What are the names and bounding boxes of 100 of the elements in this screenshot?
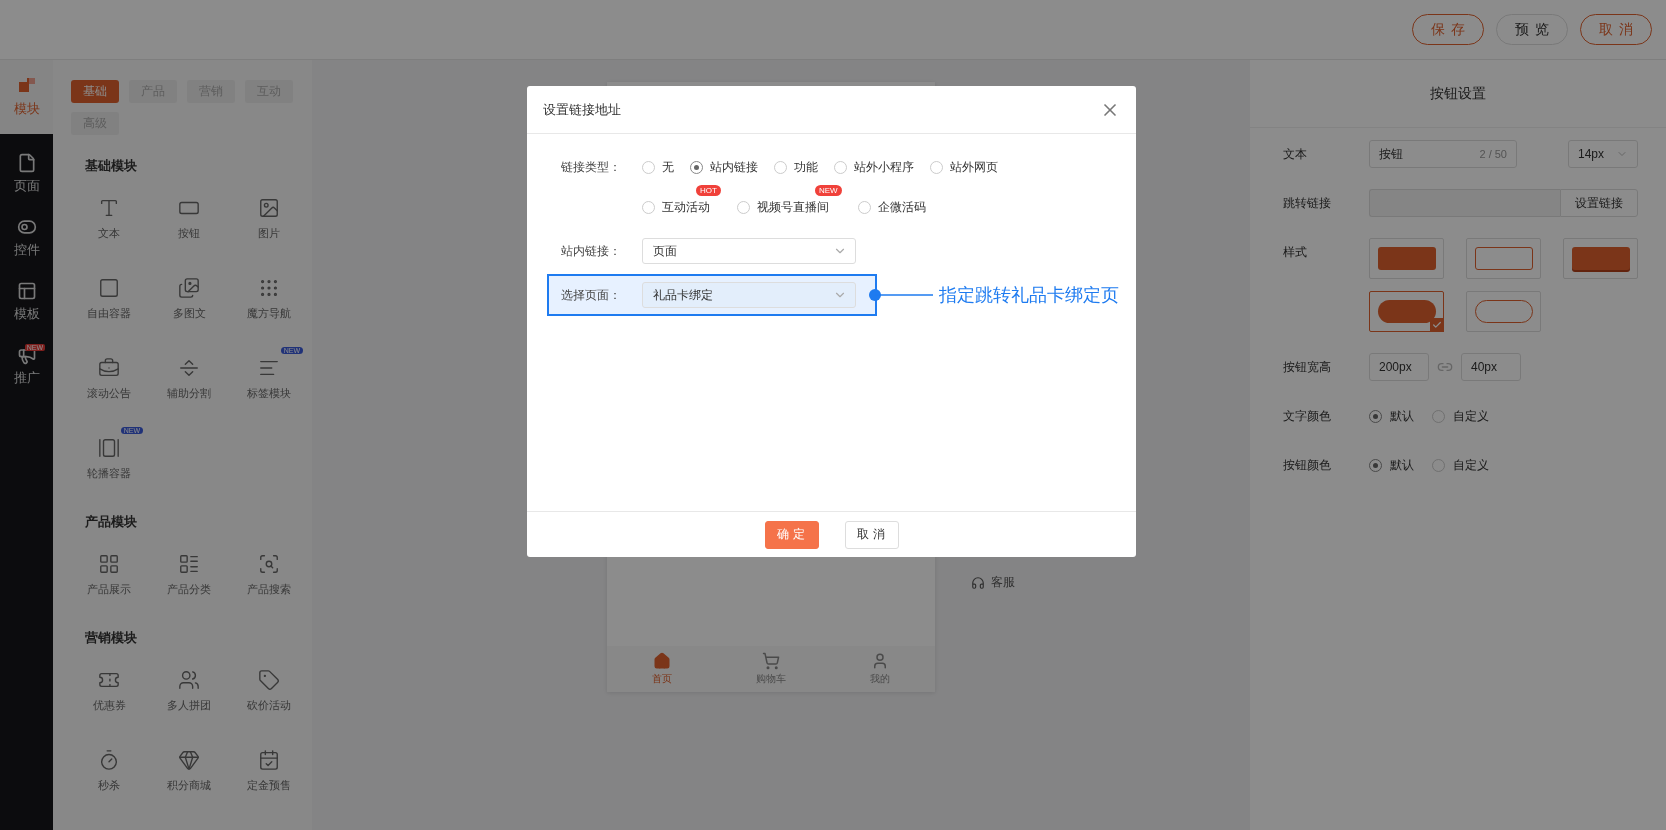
component-item[interactable]: 砍价活动 bbox=[229, 659, 309, 723]
radio-option[interactable]: 自定义 bbox=[1432, 456, 1489, 474]
category-tab[interactable]: 基础 bbox=[71, 80, 119, 103]
rail-item[interactable]: 模块 bbox=[0, 60, 53, 134]
gem-icon bbox=[178, 749, 200, 771]
component-item[interactable]: 多图文 bbox=[149, 267, 229, 331]
radio-option[interactable]: 默认 bbox=[1369, 407, 1414, 425]
component-item[interactable]: 产品分类 bbox=[149, 543, 229, 607]
radio-button[interactable] bbox=[857, 200, 871, 214]
field-label: 文字颜色 bbox=[1283, 408, 1332, 425]
field-label: 选择页面： bbox=[561, 287, 622, 304]
field-label: 样式 bbox=[1283, 244, 1308, 261]
check-icon bbox=[1430, 318, 1444, 332]
component-item[interactable]: 自由容器 bbox=[69, 267, 149, 331]
component-item[interactable]: 积分商城 bbox=[149, 739, 229, 803]
panel-title: 按钮设置 bbox=[1250, 60, 1666, 128]
component-item[interactable]: 多人拼团 bbox=[149, 659, 229, 723]
radio-button[interactable] bbox=[642, 160, 655, 174]
component-item[interactable]: 图片 bbox=[229, 187, 309, 251]
link-select[interactable]: 页面 bbox=[642, 238, 856, 264]
style-option[interactable] bbox=[1369, 291, 1444, 332]
tag-icon bbox=[258, 669, 280, 691]
radio-button[interactable] bbox=[1432, 458, 1445, 472]
letter-t-icon bbox=[98, 197, 120, 219]
radio-option[interactable]: 站内链接 bbox=[690, 154, 758, 180]
radio-button[interactable] bbox=[834, 160, 847, 174]
dots-grid-icon bbox=[258, 277, 280, 299]
component-item[interactable]: 定金预售 bbox=[229, 739, 309, 803]
component-item[interactable]: 秒杀 bbox=[69, 739, 149, 803]
toolbar-button[interactable]: 保存 bbox=[1412, 14, 1484, 45]
phone-tab[interactable]: 我的 bbox=[825, 646, 935, 692]
service-link[interactable]: 客服 bbox=[971, 574, 1015, 591]
radio-option[interactable]: 自定义 bbox=[1432, 407, 1489, 425]
radio-button[interactable] bbox=[690, 160, 703, 174]
component-item[interactable]: 文本 bbox=[69, 187, 149, 251]
dialog-button[interactable]: 确定 bbox=[764, 520, 819, 549]
component-item[interactable]: 辅助分割 bbox=[149, 347, 229, 411]
square-icon bbox=[98, 277, 120, 299]
radio-button[interactable] bbox=[1369, 458, 1382, 472]
radio-button[interactable] bbox=[1432, 409, 1445, 423]
button-swatch bbox=[1377, 300, 1436, 323]
label-badge: NEW bbox=[814, 185, 842, 196]
radio-option[interactable]: 站外小程序 bbox=[834, 154, 914, 180]
button-swatch bbox=[1474, 247, 1533, 270]
height-input[interactable]: 40px bbox=[1461, 353, 1521, 381]
grid-icon bbox=[98, 553, 120, 575]
field-label: 按钮宽高 bbox=[1283, 359, 1332, 376]
component-item[interactable]: 优惠券 bbox=[69, 659, 149, 723]
radio-option[interactable]: 企微活码 bbox=[857, 194, 926, 220]
cart-icon bbox=[762, 652, 780, 670]
set-link-button[interactable]: 设置链接 bbox=[1560, 189, 1638, 217]
headphones-icon bbox=[971, 575, 985, 590]
dialog-button[interactable]: 取消 bbox=[844, 520, 899, 549]
radio-option[interactable]: 无 bbox=[642, 154, 674, 180]
button-swatch bbox=[1377, 247, 1436, 270]
width-input[interactable]: 200px bbox=[1369, 353, 1429, 381]
calendar-icon bbox=[258, 749, 280, 771]
toolbar-button[interactable]: 取消 bbox=[1580, 14, 1652, 45]
button-swatch bbox=[1571, 247, 1630, 270]
radio-button[interactable] bbox=[736, 200, 750, 214]
radio-button[interactable] bbox=[774, 160, 787, 174]
timer-icon bbox=[98, 749, 120, 771]
toolbar-button[interactable]: 预览 bbox=[1496, 14, 1568, 45]
radio-option[interactable]: 互动活动 bbox=[642, 194, 710, 220]
component-item[interactable]: 产品搜索 bbox=[229, 543, 309, 607]
briefcase-icon bbox=[98, 357, 120, 379]
radio-option[interactable]: 功能 bbox=[774, 154, 818, 180]
users-icon bbox=[178, 669, 200, 691]
toggle-icon bbox=[16, 217, 37, 237]
section-title: 产品模块 bbox=[85, 513, 138, 531]
component-item[interactable]: 魔方导航 bbox=[229, 267, 309, 331]
radio-option[interactable]: 默认 bbox=[1369, 456, 1414, 474]
field-label: 跳转链接 bbox=[1283, 195, 1332, 212]
home-icon bbox=[652, 652, 671, 670]
section-title: 营销模块 bbox=[85, 629, 138, 647]
radio-button[interactable] bbox=[1369, 409, 1382, 423]
list-icon bbox=[178, 553, 200, 575]
page-select[interactable]: 礼品卡绑定 bbox=[642, 282, 856, 308]
images-icon bbox=[178, 277, 200, 299]
image-icon bbox=[258, 197, 280, 219]
gallery-icon bbox=[98, 437, 120, 459]
rail-item[interactable]: 模板 bbox=[0, 270, 53, 334]
field-label: 文本 bbox=[1283, 146, 1308, 163]
radio-button[interactable] bbox=[642, 200, 655, 214]
rail-item[interactable]: 控件 bbox=[0, 206, 53, 270]
component-item[interactable]: 滚动公告 bbox=[69, 347, 149, 411]
font-size-select[interactable]: 14px bbox=[1568, 140, 1638, 168]
field-label: 站内链接： bbox=[561, 243, 622, 260]
dialog-title: 设置链接地址 bbox=[543, 100, 621, 119]
radio-option[interactable]: 站外网页 bbox=[930, 154, 998, 180]
radio-option[interactable]: 视频号直播间 bbox=[736, 194, 829, 220]
search-icon bbox=[258, 553, 280, 575]
rail-item[interactable]: 页面 bbox=[0, 142, 53, 206]
field-label: 链接类型： bbox=[561, 159, 622, 176]
radio-button[interactable] bbox=[930, 160, 943, 174]
component-item[interactable]: 按钮 bbox=[149, 187, 229, 251]
component-item[interactable]: 产品展示 bbox=[69, 543, 149, 607]
layout-icon bbox=[16, 281, 37, 301]
phone-tab[interactable]: 首页 bbox=[607, 646, 717, 692]
section-title: 基础模块 bbox=[85, 157, 138, 175]
